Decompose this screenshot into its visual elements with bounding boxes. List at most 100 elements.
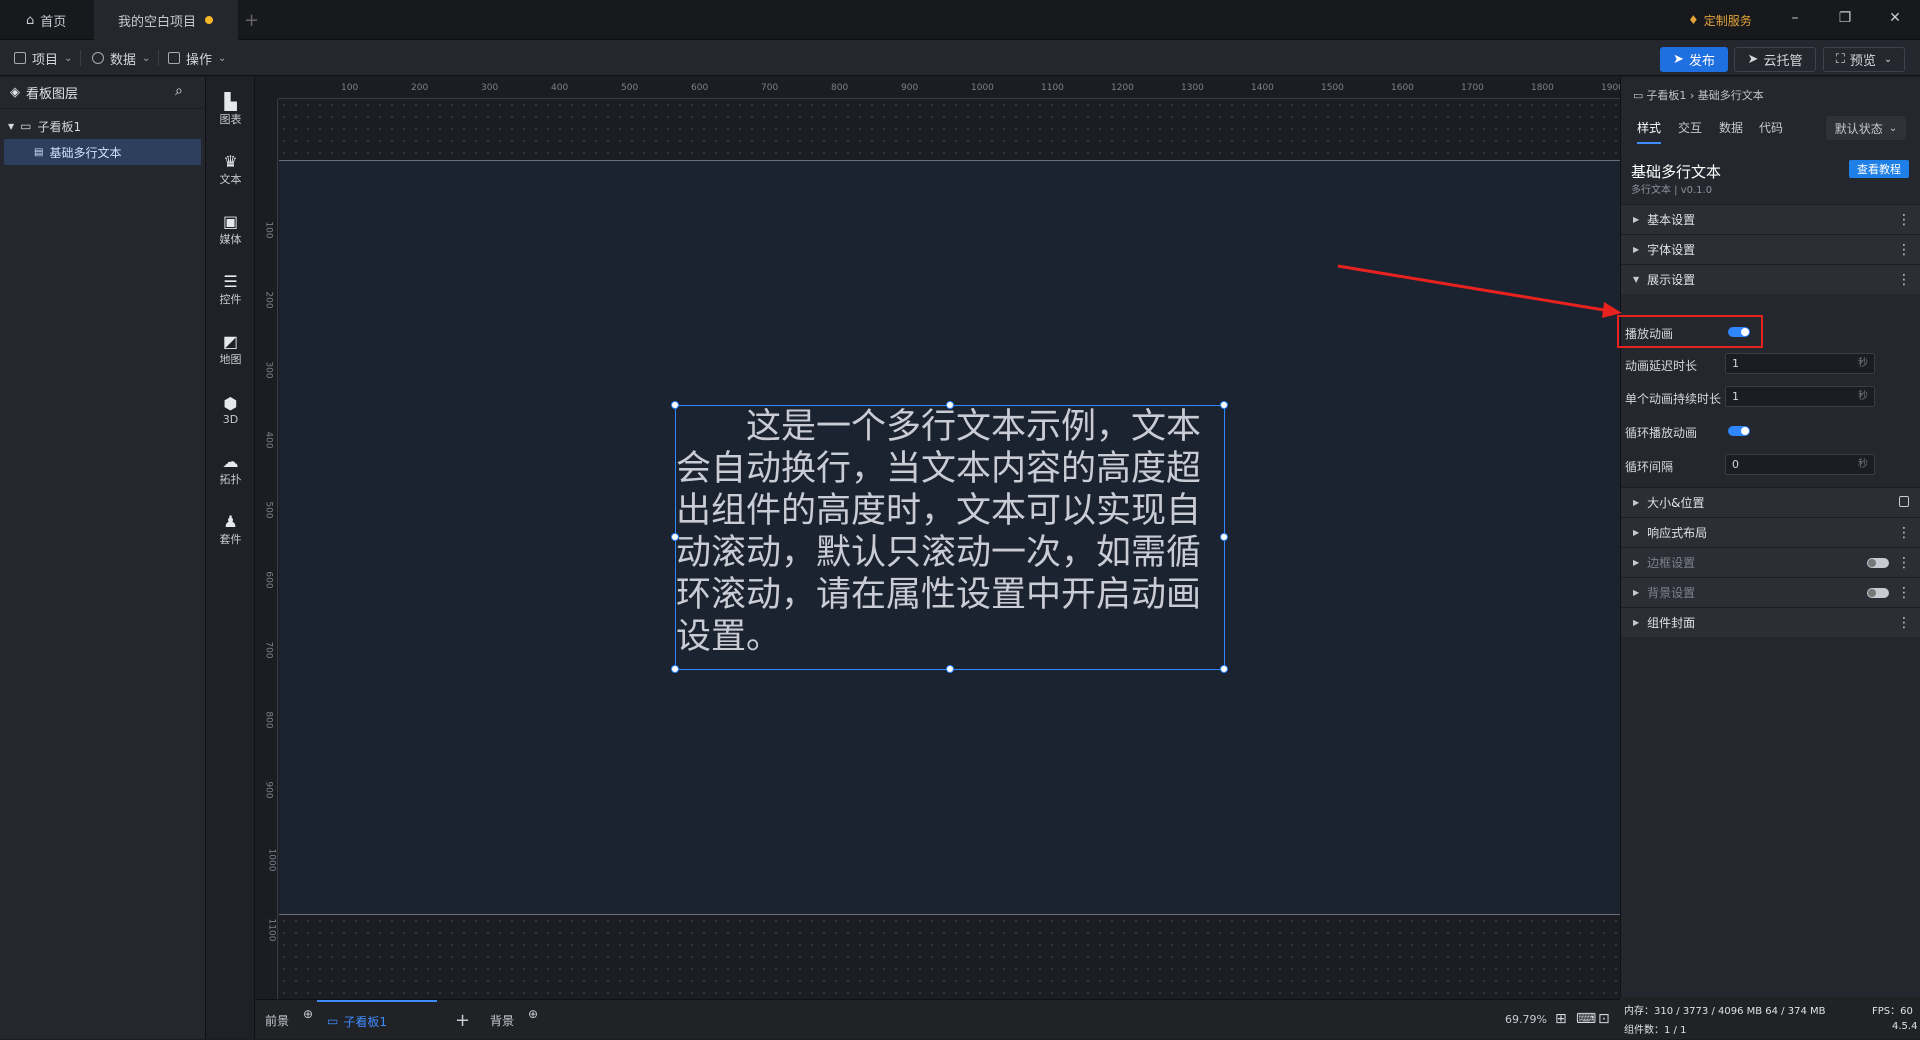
resize-handle[interactable] — [946, 401, 954, 409]
interval-label: 循环间隔 — [1625, 460, 1674, 474]
tab-code[interactable]: 代码 — [1759, 119, 1783, 136]
search-icon[interactable]: ⌕ — [175, 83, 183, 99]
bottom-bar: 前景 ⊕ ▭ 子看板1 + 背景 ⊕ 69.79% ⊞ ⌨ ⊡ — [255, 999, 1620, 1039]
ruler-tick-label: 1800 — [1531, 83, 1554, 93]
section-cover[interactable]: ▶ 组件封面 ⋮ — [1621, 607, 1920, 637]
tool-label: 图表 — [219, 113, 242, 126]
tab-data[interactable]: 数据 — [1719, 119, 1743, 136]
more-icon[interactable]: ⋮ — [1897, 272, 1911, 288]
tool-media[interactable]: ▣ 媒体 — [206, 205, 255, 255]
tab-home[interactable]: ⌂ 首页 — [0, 0, 94, 40]
ruler-tick-label: 1000 — [266, 848, 277, 872]
tab-interaction[interactable]: 交互 — [1678, 119, 1702, 136]
tool-chart[interactable]: ▙ 图表 — [206, 85, 255, 135]
unit-label: 秒 — [1858, 459, 1868, 470]
ruler-tick-label: 300 — [263, 361, 274, 379]
menu-operate[interactable]: 操作 ⌄ — [168, 48, 226, 68]
cloud-host-button[interactable]: ➤ 云托管 — [1734, 47, 1816, 72]
resize-handle[interactable] — [1220, 665, 1228, 673]
section-font[interactable]: ▶ 字体设置 ⋮ — [1621, 234, 1920, 264]
tool-map[interactable]: ◩ 地图 — [206, 325, 255, 375]
ruler-left[interactable]: 100 200 300 400 500 600 700 800 900 1000 1100 — [255, 99, 278, 999]
tab-board[interactable]: ▭ 子看板1 — [317, 1000, 437, 1040]
chevron-down-icon: ⌄ — [218, 52, 227, 64]
menu-project[interactable]: 项目 ⌄ — [14, 48, 72, 68]
loop-toggle[interactable] — [1728, 426, 1750, 436]
status-bar: 内存：310 / 3773 / 4096 MB 64 / 374 MB FPS：… — [1620, 997, 1920, 1039]
component-title: 基础多行文本 — [1631, 163, 1722, 181]
tool-control[interactable]: ☰ 控件 — [206, 265, 255, 315]
tool-3d[interactable]: ⬢ 3D — [206, 385, 255, 435]
terminal-icon[interactable]: ⊡ — [1598, 1011, 1610, 1027]
border-toggle[interactable] — [1867, 558, 1889, 568]
publish-button[interactable]: ➤ 发布 — [1660, 47, 1728, 72]
layers-panel: ◈ 看板图层 ⌕ ▼ ▭ 子看板1 ▤ 基础多行文本 — [0, 77, 206, 1039]
add-circle-icon[interactable]: ⊕ — [303, 1007, 313, 1021]
delay-input[interactable]: 1秒 — [1725, 353, 1875, 374]
more-icon[interactable]: ⋮ — [1897, 242, 1911, 258]
lock-icon[interactable] — [1899, 496, 1909, 507]
chevron-down-icon: ⌄ — [142, 52, 151, 64]
resize-handle[interactable] — [671, 665, 679, 673]
section-border[interactable]: ▶ 边框设置 ⋮ — [1621, 547, 1920, 577]
multiline-text-component[interactable]: 这是一个多行文本示例，文本会自动换行，当文本内容的高度超出组件的高度时，文本可以… — [671, 401, 1228, 673]
duration-input[interactable]: 1秒 — [1725, 386, 1875, 407]
fit-screen-icon[interactable]: ⊞ — [1555, 1011, 1567, 1027]
component-count: 组件数：1 / 1 — [1624, 1025, 1687, 1036]
add-circle-icon[interactable]: ⊕ — [528, 1007, 538, 1021]
ruler-tick-label: 100 — [341, 83, 359, 93]
section-background[interactable]: ▶ 背景设置 ⋮ — [1621, 577, 1920, 607]
ruler-top[interactable]: 100 200 300 400 500 600 700 800 900 1000 1100 1200 1… — [278, 77, 1620, 99]
state-select[interactable]: 默认状态 ⌄ — [1826, 116, 1906, 140]
resize-handle[interactable] — [946, 665, 954, 673]
preview-button[interactable]: ⛶ 预览 ⌄ — [1823, 47, 1905, 72]
custom-service-button[interactable]: ♦ 定制服务 — [1680, 8, 1760, 32]
section-size-position[interactable]: ▶ 大小&位置 — [1621, 487, 1920, 517]
tool-kit[interactable]: ♟ 套件 — [206, 505, 255, 555]
section-label: 展示设置 — [1647, 273, 1696, 287]
more-icon[interactable]: ⋮ — [1897, 555, 1911, 571]
tool-text[interactable]: ♛ 文本 — [206, 145, 255, 195]
ruler-tick-label: 400 — [551, 83, 569, 93]
tab-background[interactable]: 背景 ⊕ — [490, 1000, 538, 1040]
section-basic[interactable]: ▶ 基本设置 ⋮ — [1621, 204, 1920, 234]
tree-item-component[interactable]: ▤ 基础多行文本 — [4, 139, 201, 165]
tab-style[interactable]: 样式 — [1637, 119, 1662, 144]
add-board-button[interactable]: + — [455, 1000, 470, 1040]
keyboard-icon[interactable]: ⌨ — [1576, 1011, 1596, 1027]
menu-data[interactable]: 数据 ⌄ — [92, 48, 150, 68]
tree-item-board[interactable]: ▼ ▭ 子看板1 — [0, 113, 205, 139]
tool-topology[interactable]: ☁ 拓扑 — [206, 445, 255, 495]
tree-component-label: 基础多行文本 — [49, 145, 122, 160]
close-icon[interactable]: ✕ — [1885, 10, 1905, 30]
resize-handle[interactable] — [1220, 401, 1228, 409]
tab-project[interactable]: 我的空白项目 — [94, 0, 238, 40]
restore-icon[interactable]: ❐ — [1835, 10, 1855, 30]
tab-foreground[interactable]: 前景 ⊕ — [265, 1000, 313, 1040]
interval-input[interactable]: 0秒 — [1725, 454, 1875, 475]
duration-value: 1 — [1732, 390, 1739, 403]
loop-label: 循环播放动画 — [1625, 426, 1698, 440]
row-delay: 动画延迟时长 1 秒 — [1621, 350, 1920, 378]
section-display[interactable]: ▼ 展示设置 ⋮ — [1621, 264, 1920, 294]
section-responsive[interactable]: ▶ 响应式布局 ⋮ — [1621, 517, 1920, 547]
more-icon[interactable]: ⋮ — [1897, 615, 1911, 631]
cube-icon: ⬢ — [223, 393, 238, 413]
section-label: 基本设置 — [1647, 213, 1696, 227]
ruler-tick-label: 500 — [621, 83, 639, 93]
menu-divider — [80, 50, 81, 66]
view-tutorial-button[interactable]: 查看教程 — [1849, 160, 1909, 178]
monitor-icon: ▭ — [1633, 89, 1644, 102]
more-icon[interactable]: ⋮ — [1897, 525, 1911, 541]
bar-chart-icon: ▙ — [224, 92, 237, 111]
resize-handle[interactable] — [671, 401, 679, 409]
resize-handle[interactable] — [1220, 533, 1228, 541]
add-tab-button[interactable]: + — [244, 0, 264, 40]
resize-handle[interactable] — [671, 533, 679, 541]
zoom-level: 69.79% — [1505, 1013, 1547, 1026]
minimize-icon[interactable]: – — [1785, 10, 1805, 30]
section-label: 大小&位置 — [1647, 496, 1705, 510]
background-toggle[interactable] — [1867, 588, 1889, 598]
more-icon[interactable]: ⋮ — [1897, 585, 1911, 601]
more-icon[interactable]: ⋮ — [1897, 212, 1911, 228]
